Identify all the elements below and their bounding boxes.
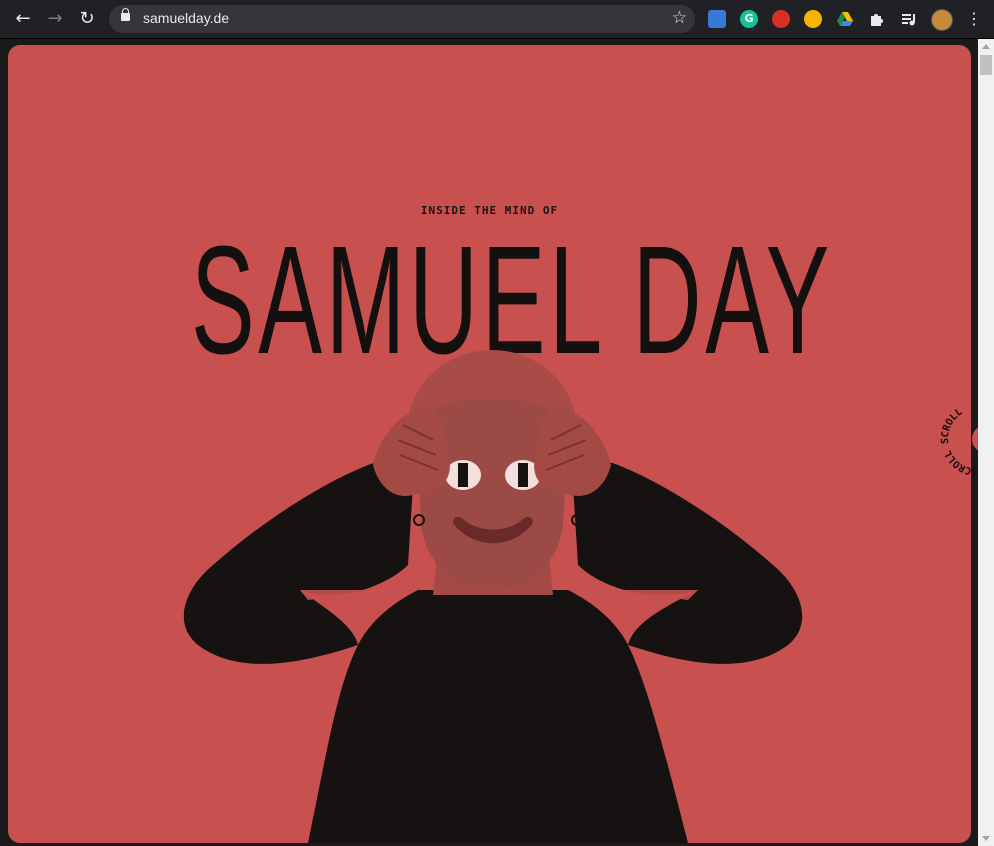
lock-icon[interactable] xyxy=(121,8,130,21)
back-button[interactable]: ← xyxy=(13,9,33,29)
url-text[interactable]: samuelday.de xyxy=(143,10,229,26)
forward-button[interactable]: → xyxy=(45,9,65,29)
masked-figure-illustration xyxy=(183,350,803,843)
profile-avatar[interactable] xyxy=(931,9,953,31)
extensions-puzzle-icon[interactable] xyxy=(868,10,886,28)
scroll-down-arrow-icon[interactable] xyxy=(982,836,990,841)
screenshot-extension-icon[interactable] xyxy=(708,10,726,28)
browser-toolbar: ← → ↻ samuelday.de ☆ G ⋮ xyxy=(0,0,994,39)
bookmark-star-icon[interactable]: ☆ xyxy=(672,8,687,28)
page-viewport: INSIDE THE MIND OF SAMUEL DAY SCROLL SCR… xyxy=(0,39,994,846)
adblock-extension-icon[interactable] xyxy=(772,10,790,28)
scroll-up-arrow-icon[interactable] xyxy=(982,44,990,49)
browser-menu-icon[interactable]: ⋮ xyxy=(966,9,982,29)
hero-section: INSIDE THE MIND OF SAMUEL DAY xyxy=(8,45,971,843)
compass-extension-icon[interactable] xyxy=(804,10,822,28)
scroll-thumb[interactable] xyxy=(980,55,992,75)
google-drive-icon[interactable] xyxy=(836,10,854,28)
grammarly-extension-icon[interactable]: G xyxy=(740,10,758,28)
reload-button[interactable]: ↻ xyxy=(77,9,97,29)
address-bar[interactable]: samuelday.de ☆ xyxy=(109,5,695,33)
media-controls-icon[interactable] xyxy=(900,10,918,28)
page-scrollbar[interactable] xyxy=(978,39,994,846)
